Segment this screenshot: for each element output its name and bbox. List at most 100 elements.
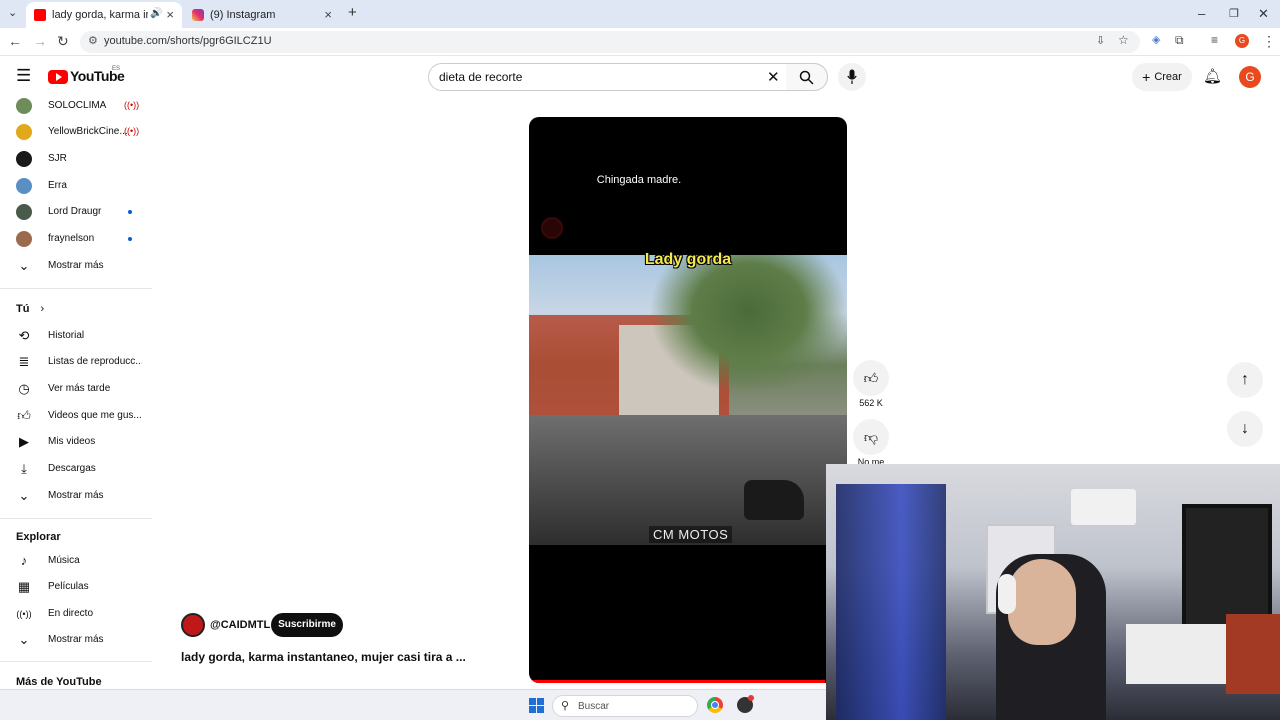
close-tab-icon[interactable]: ×: [324, 7, 332, 22]
sidebar-item-lord-draugr[interactable]: Lord Draugr: [0, 199, 152, 225]
sidebar-show-more-explore[interactable]: ⌄ Mostrar más: [0, 627, 152, 653]
sidebar-item-label: En directo: [48, 608, 94, 619]
speaker-icon[interactable]: 🔊: [150, 8, 162, 19]
close-window-icon[interactable]: ✕: [1258, 6, 1269, 22]
previous-short-button[interactable]: ↑: [1227, 362, 1263, 398]
browser-toolbar: ← → ↻ ⚙ youtube.com/shorts/pgr6GILCZ1U ⇩…: [0, 28, 1280, 56]
sidebar-item-playlists[interactable]: ≣ Listas de reproducc...: [0, 349, 152, 375]
maximize-icon[interactable]: ❐: [1229, 7, 1239, 20]
sidebar-item-label: Videos que me gus...: [48, 410, 142, 421]
browser-menu-icon[interactable]: ⋮: [1262, 33, 1276, 50]
media-controls-icon[interactable]: ≡: [1211, 33, 1218, 47]
next-short-button[interactable]: ↓: [1227, 411, 1263, 447]
arrow-up-icon: ↑: [1241, 371, 1249, 388]
chevron-down-icon: ⌄: [18, 488, 30, 503]
install-app-icon[interactable]: ⇩: [1096, 34, 1105, 47]
sidebar-item-label: Mostrar más: [48, 260, 104, 271]
tree-shape: [649, 255, 847, 395]
sidebar-item-movies[interactable]: ▦ Películas: [0, 574, 152, 600]
new-content-dot: [128, 210, 132, 214]
sidebar-show-more-subscriptions[interactable]: ⌄ Mostrar más: [0, 253, 152, 279]
new-tab-icon[interactable]: +: [348, 4, 357, 21]
arrow-down-icon: ↓: [1241, 420, 1249, 437]
taskbar-search[interactable]: ⚲ Buscar: [552, 695, 698, 717]
search-button[interactable]: [786, 63, 828, 91]
motorcycle-handle-shape: [744, 480, 804, 520]
tab-search-chevron-icon[interactable]: ⌄: [8, 6, 17, 19]
sidebar-item-fraynelson[interactable]: fraynelson: [0, 226, 152, 252]
hamburger-menu-icon[interactable]: ☰: [16, 66, 31, 86]
bookmark-star-icon[interactable]: ☆: [1118, 33, 1129, 47]
clock-icon: ◷: [18, 381, 30, 396]
minimize-icon[interactable]: –: [1198, 6, 1205, 21]
sidebar-item-label: Descargas: [48, 463, 96, 474]
like-button[interactable]: 👍︎: [853, 360, 889, 396]
sidebar-item-my-videos[interactable]: ▶ Mis videos: [0, 429, 152, 455]
sidebar-item-history[interactable]: ⟲ Historial: [0, 323, 152, 349]
browser-tab-strip: ⌄ lady gorda, karma instantaneo 🔊 × (9) …: [0, 0, 1280, 28]
sidebar-item-sjr[interactable]: SJR: [0, 146, 152, 172]
extensions-puzzle-icon[interactable]: ⧉: [1175, 33, 1184, 48]
sidebar-item-downloads[interactable]: ⤓ Descargas: [0, 456, 152, 482]
video-progress-bar[interactable]: [529, 680, 825, 683]
chevron-right-icon: ›: [40, 303, 45, 315]
channel-handle[interactable]: @CAIDMTL: [210, 619, 270, 631]
microphone-icon: [847, 69, 857, 84]
tab-instagram[interactable]: (9) Instagram ×: [184, 2, 340, 28]
channel-avatar: [16, 178, 32, 194]
sidebar-item-live[interactable]: ((•)) En directo: [0, 601, 152, 627]
search-box[interactable]: ✕: [428, 63, 828, 91]
live-broadcast-icon: ((•)): [124, 126, 140, 136]
notifications-bell-icon[interactable]: 🔔︎: [1203, 67, 1222, 85]
forward-icon[interactable]: →: [33, 33, 47, 49]
address-bar[interactable]: ⚙ youtube.com/shorts/pgr6GILCZ1U ⇩ ☆: [80, 31, 1140, 53]
youtube-logo-icon[interactable]: [48, 70, 68, 84]
video-caption: Chingada madre.: [596, 174, 682, 186]
sidebar-item-label: Música: [48, 555, 80, 566]
sidebar-item-erra[interactable]: Erra: [0, 173, 152, 199]
sidebar-item-music[interactable]: ♪ Música: [0, 548, 152, 574]
profile-avatar-icon[interactable]: G: [1235, 34, 1249, 48]
shelf-blue-light-shape: [836, 484, 946, 720]
reload-icon[interactable]: ↻: [57, 33, 69, 50]
channel-avatar: [16, 98, 32, 114]
thumb-down-icon: 👎︎: [863, 429, 879, 445]
sidebar-divider: [0, 518, 152, 519]
tab-youtube[interactable]: lady gorda, karma instantaneo 🔊 ×: [26, 2, 182, 28]
close-tab-icon[interactable]: ×: [166, 7, 174, 22]
windows-start-icon[interactable]: [529, 698, 544, 713]
sidebar-item-label: Erra: [48, 180, 67, 191]
url-text[interactable]: youtube.com/shorts/pgr6GILCZ1U: [104, 35, 272, 47]
sidebar-more-heading: Más de YouTube: [16, 676, 102, 688]
clear-search-icon[interactable]: ✕: [767, 68, 780, 86]
back-icon[interactable]: ←: [8, 33, 22, 49]
sidebar-show-more-you[interactable]: ⌄ Mostrar más: [0, 483, 152, 509]
channel-avatar: [16, 204, 32, 220]
subscribe-button[interactable]: Suscribirme: [271, 613, 343, 637]
shorts-video-player[interactable]: Chingada madre. Lady gorda CM MOTOS: [529, 117, 847, 683]
video-title[interactable]: lady gorda, karma instantaneo, mujer cas…: [181, 650, 466, 664]
extension-translate-icon[interactable]: ◈: [1152, 33, 1160, 46]
sidebar-item-yellowbrickcine[interactable]: YellowBrickCine... ((•)): [0, 119, 152, 145]
headphone-left-shape: [998, 574, 1016, 614]
create-button[interactable]: + Crear: [1132, 63, 1192, 91]
sidebar-item-soloclima[interactable]: SOLOCLIMA ((•)): [0, 93, 152, 119]
tab-title: lady gorda, karma instantaneo: [52, 9, 148, 21]
dislike-button[interactable]: 👎︎: [853, 419, 889, 455]
sidebar-item-watch-later[interactable]: ◷ Ver más tarde: [0, 376, 152, 402]
voice-search-button[interactable]: [838, 63, 866, 91]
tab-title: (9) Instagram: [210, 9, 276, 21]
channel-avatar[interactable]: [181, 613, 205, 637]
chevron-down-icon: ⌄: [18, 258, 30, 273]
sidebar-item-liked-videos[interactable]: 👍︎ Videos que me gus...: [0, 403, 152, 429]
sidebar-item-label: Ver más tarde: [48, 383, 111, 394]
thumb-up-icon: 👍︎: [17, 408, 31, 423]
site-info-icon[interactable]: ⚙: [88, 34, 98, 47]
account-avatar[interactable]: G: [1239, 66, 1261, 88]
search-input[interactable]: [439, 70, 759, 84]
channel-avatar: [16, 231, 32, 247]
sidebar-you-heading[interactable]: Tú ›: [16, 303, 44, 315]
sidebar-item-label: Películas: [48, 581, 89, 592]
channel-avatar: [16, 151, 32, 167]
sidebar-item-label: Historial: [48, 330, 85, 341]
